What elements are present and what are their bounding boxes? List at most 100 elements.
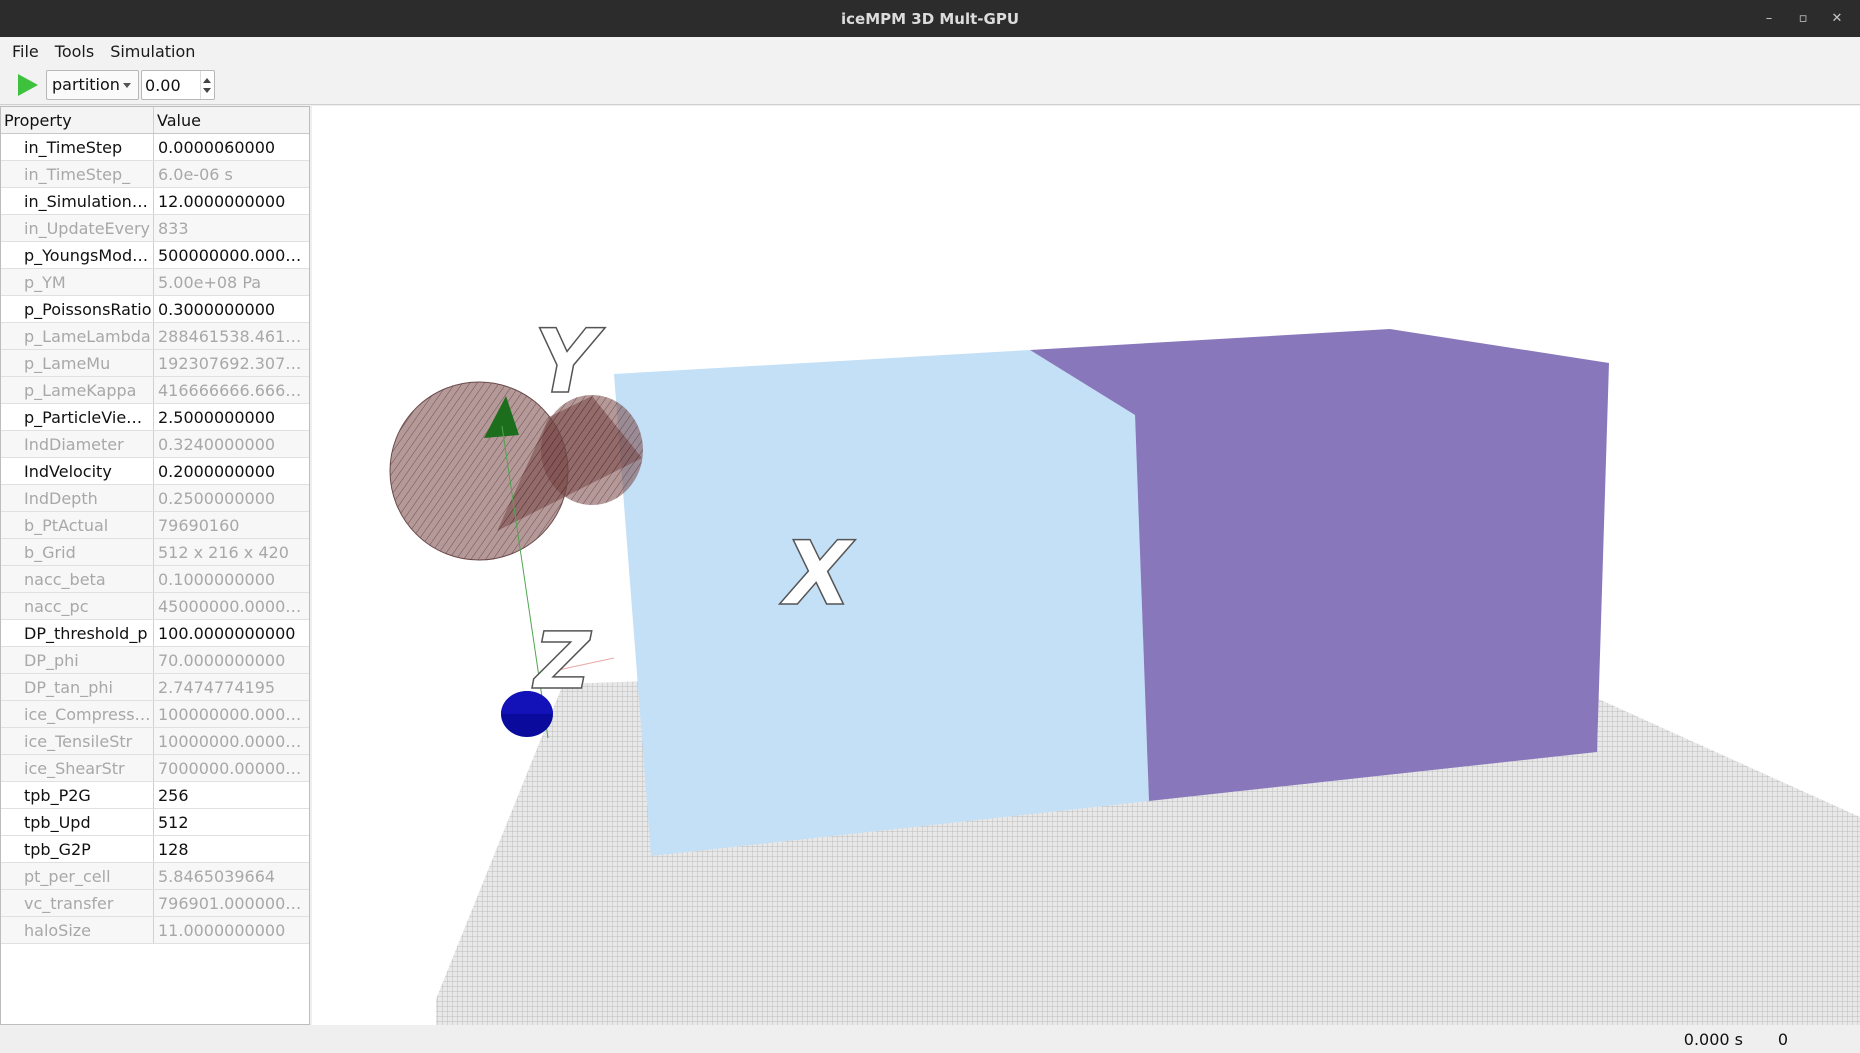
property-value[interactable]: 512 xyxy=(154,809,309,835)
spinbox-value: 0.00 xyxy=(145,76,181,95)
property-name: in_UpdateEvery xyxy=(1,215,154,241)
property-row[interactable]: in_SimulationTi... 12.0000000000 xyxy=(1,188,309,215)
header-value[interactable]: Value xyxy=(154,107,201,133)
block-left-face xyxy=(614,350,1149,856)
play-icon[interactable] xyxy=(18,74,38,96)
menu-simulation[interactable]: Simulation xyxy=(108,42,203,61)
property-row[interactable]: tpb_P2G 256 xyxy=(1,782,309,809)
property-row: b_Grid 512 x 216 x 420 xyxy=(1,539,309,566)
scene-svg: Y X Z xyxy=(389,309,1860,1025)
property-value: 0.2500000000 xyxy=(158,489,276,508)
status-step: 0 xyxy=(1777,1030,1788,1049)
property-value: 11.0000000000 xyxy=(158,921,286,940)
property-value[interactable]: 0.0000060000 xyxy=(154,134,309,160)
property-value: 0.3240000000 xyxy=(158,435,276,454)
property-value: 7000000.0000000... xyxy=(158,759,309,778)
property-name: vc_transfer xyxy=(1,890,154,916)
property-row: DP_phi 70.0000000000 xyxy=(1,647,309,674)
property-value: 2.7474774195 xyxy=(158,678,276,697)
property-row: vc_transfer 796901.00000000... xyxy=(1,890,309,917)
property-value: 70.0000000000 xyxy=(158,651,286,670)
property-name: ice_TensileStr xyxy=(1,728,154,754)
property-name: in_TimeStep xyxy=(1,134,154,160)
axis-label-y: Y xyxy=(534,310,606,413)
spin-down-icon[interactable] xyxy=(203,88,211,93)
property-value[interactable]: 256 xyxy=(154,782,309,808)
property-name: tpb_P2G xyxy=(1,782,154,808)
property-row[interactable]: tpb_G2P 128 xyxy=(1,836,309,863)
toolbar: partition 0.00 xyxy=(0,65,1860,105)
property-row: DP_tan_phi 2.7474774195 xyxy=(1,674,309,701)
property-name: DP_tan_phi xyxy=(1,674,154,700)
chevron-down-icon xyxy=(123,83,131,88)
property-row[interactable]: p_PoissonsRatio 0.3000000000 xyxy=(1,296,309,323)
property-row[interactable]: DP_threshold_p 100.0000000000 xyxy=(1,620,309,647)
property-row: IndDiameter 0.3240000000 xyxy=(1,431,309,458)
property-row[interactable]: tpb_Upd 512 xyxy=(1,809,309,836)
menu-tools[interactable]: Tools xyxy=(53,42,102,61)
property-name: p_PoissonsRatio xyxy=(1,296,154,322)
property-browser: Property Value in_TimeStep 0.0000060000 in… xyxy=(0,106,310,1025)
property-row: ice_ShearStr 7000000.0000000... xyxy=(1,755,309,782)
property-value: 288461538.46153... xyxy=(158,327,309,346)
minimize-button[interactable]: – xyxy=(1752,0,1786,37)
property-value[interactable]: 128 xyxy=(154,836,309,862)
property-name: nacc_pc xyxy=(1,593,154,619)
property-row: haloSize 11.0000000000 xyxy=(1,917,309,944)
property-name: IndVelocity xyxy=(1,458,154,484)
property-name: p_YoungsModu... xyxy=(1,242,154,268)
restore-button[interactable]: ▫ xyxy=(1786,0,1820,37)
property-header: Property Value xyxy=(1,107,309,134)
menu-file[interactable]: File xyxy=(10,42,47,61)
header-property[interactable]: Property xyxy=(1,107,154,133)
property-value: 6.0e-06 s xyxy=(158,165,233,184)
property-row[interactable]: IndVelocity 0.2000000000 xyxy=(1,458,309,485)
property-row[interactable]: in_TimeStep 0.0000060000 xyxy=(1,134,309,161)
property-value[interactable]: 12.0000000000 xyxy=(154,188,309,214)
property-row: nacc_pc 45000000.000000... xyxy=(1,593,309,620)
spinbox-buttons xyxy=(200,71,214,99)
close-button[interactable]: ✕ xyxy=(1820,0,1854,37)
property-value: 796901.00000000... xyxy=(158,894,309,913)
property-name: tpb_Upd xyxy=(1,809,154,835)
property-row: in_TimeStep_ 6.0e-06 s xyxy=(1,161,309,188)
property-name: haloSize xyxy=(1,917,154,943)
property-value[interactable]: 0.2000000000 xyxy=(154,458,309,484)
window-title: iceMPM 3D Mult-GPU xyxy=(840,9,1019,28)
mode-select-value: partition xyxy=(52,75,120,94)
value-spinbox[interactable]: 0.00 xyxy=(141,70,215,100)
property-name: in_SimulationTi... xyxy=(1,188,154,214)
property-name: p_YM xyxy=(1,269,154,295)
property-value[interactable]: 2.5000000000 xyxy=(154,404,309,430)
property-value: 416666666.66666... xyxy=(158,381,309,400)
property-row: nacc_beta 0.1000000000 xyxy=(1,566,309,593)
property-name: IndDiameter xyxy=(1,431,154,457)
property-value: 512 x 216 x 420 xyxy=(158,543,289,562)
3d-viewport[interactable]: Y X Z xyxy=(312,106,1860,1025)
property-value: 45000000.000000... xyxy=(158,597,309,616)
mode-select[interactable]: partition xyxy=(46,70,139,100)
status-time: 0.000 s xyxy=(1683,1030,1743,1049)
property-name: tpb_G2P xyxy=(1,836,154,862)
property-row: p_LameLambda 288461538.46153... xyxy=(1,323,309,350)
property-name: p_LameLambda xyxy=(1,323,154,349)
property-name: p_LameKappa xyxy=(1,377,154,403)
property-row[interactable]: p_ParticleView... 2.5000000000 xyxy=(1,404,309,431)
property-value[interactable]: 500000000.00000... xyxy=(154,242,309,268)
property-row: b_PtActual 79690160 xyxy=(1,512,309,539)
property-row[interactable]: p_YoungsModu... 500000000.00000... xyxy=(1,242,309,269)
property-value: 79690160 xyxy=(158,516,240,535)
property-name: IndDepth xyxy=(1,485,154,511)
property-row: p_LameKappa 416666666.66666... xyxy=(1,377,309,404)
property-row: ice_Compressiv... 100000000.00000... xyxy=(1,701,309,728)
property-value[interactable]: 100.0000000000 xyxy=(154,620,309,646)
property-name: ice_ShearStr xyxy=(1,755,154,781)
axis-label-x: X xyxy=(779,522,856,625)
property-value[interactable]: 0.3000000000 xyxy=(154,296,309,322)
title-bar: iceMPM 3D Mult-GPU – ▫ ✕ xyxy=(0,0,1860,37)
property-value: 192307692.30769... xyxy=(158,354,309,373)
property-row: ice_TensileStr 10000000.000000... xyxy=(1,728,309,755)
spin-up-icon[interactable] xyxy=(203,78,211,83)
property-value: 0.1000000000 xyxy=(158,570,276,589)
property-name: DP_phi xyxy=(1,647,154,673)
